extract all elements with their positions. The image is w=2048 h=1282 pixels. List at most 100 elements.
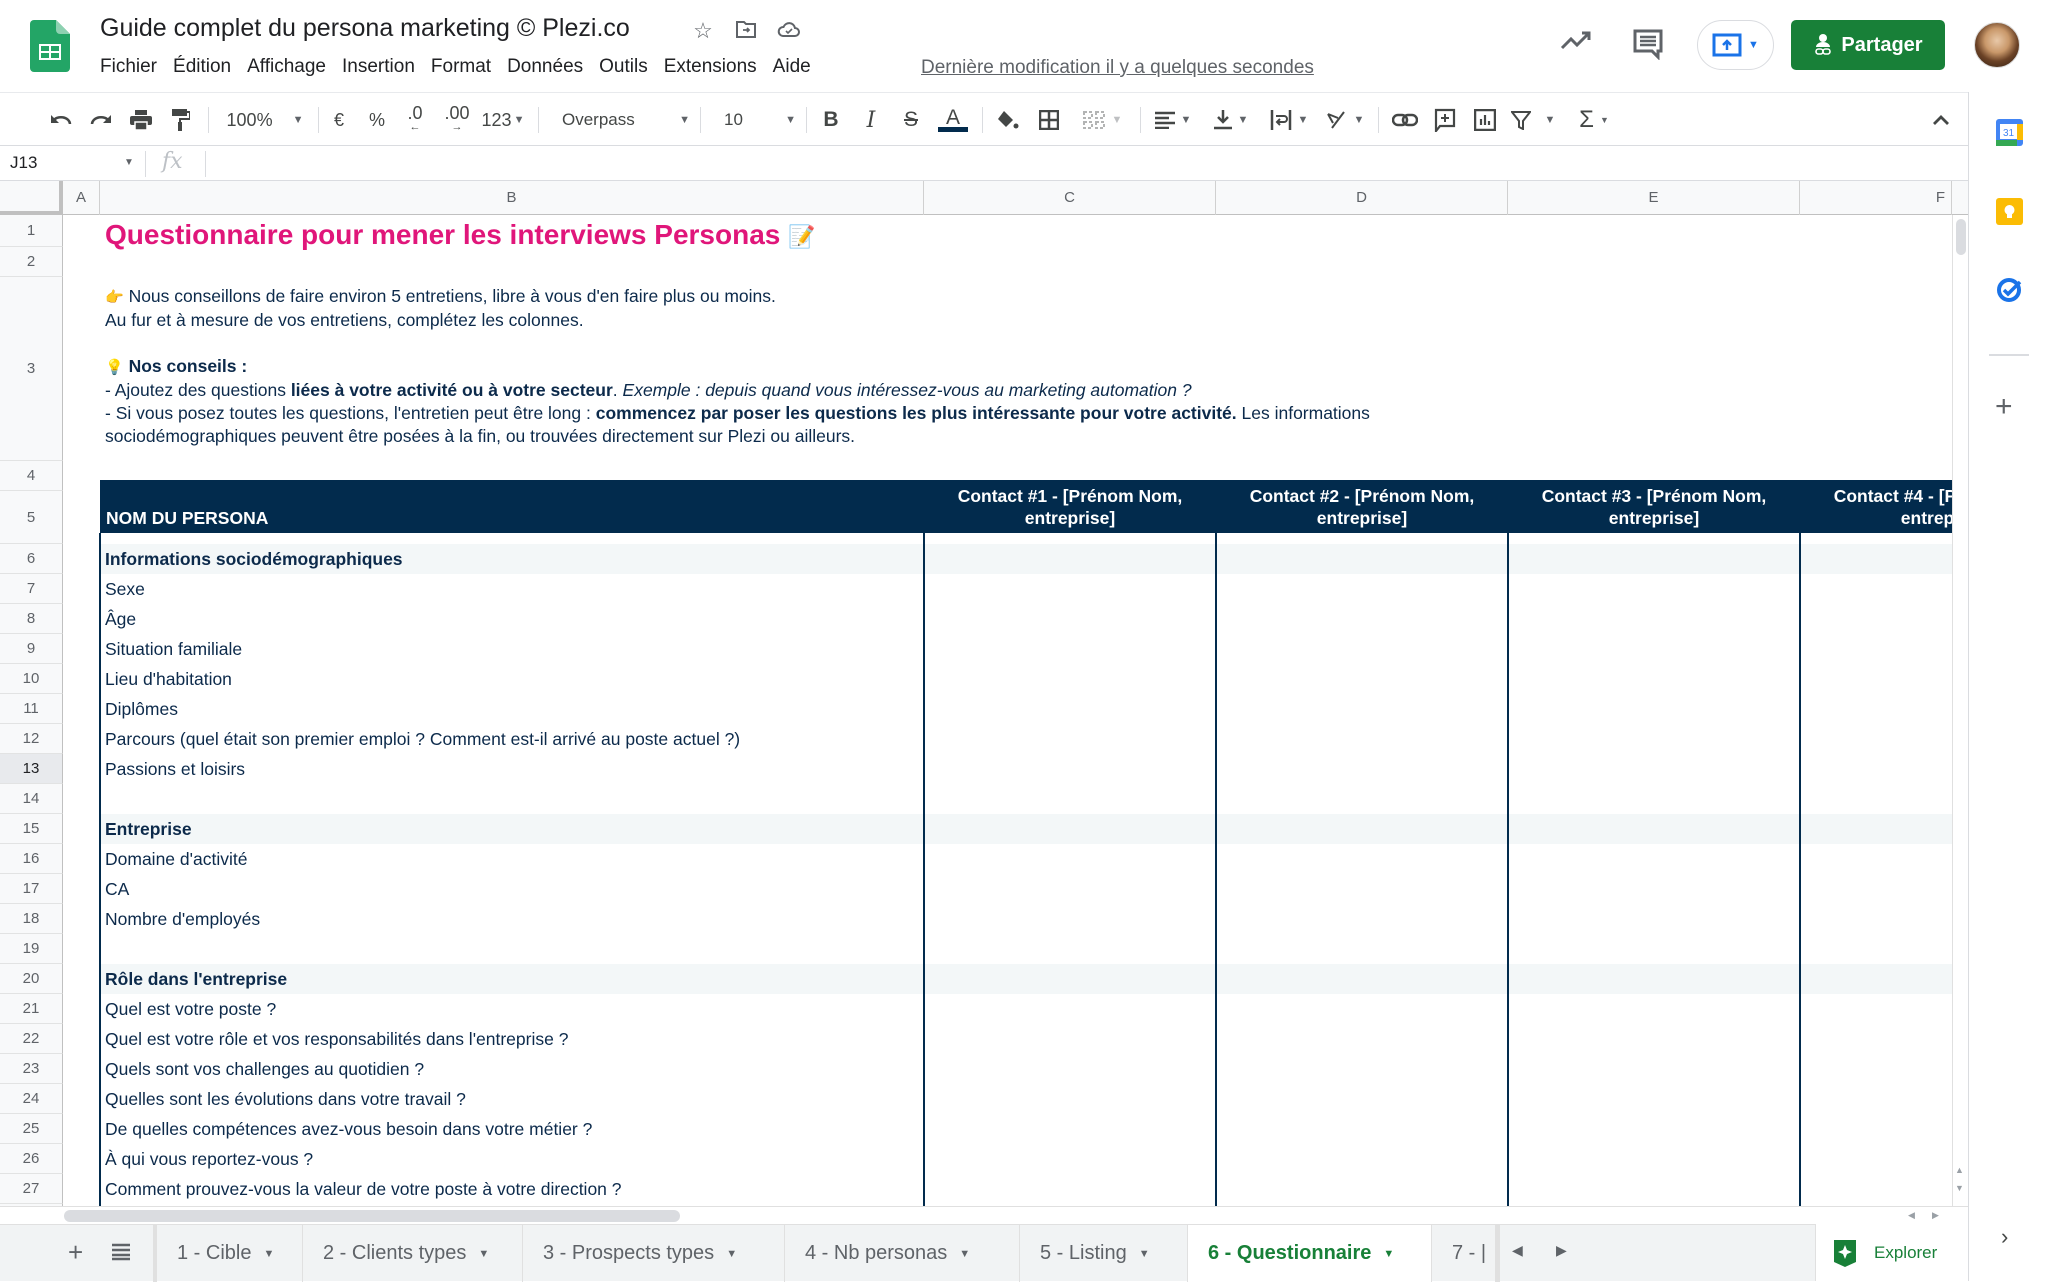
vertical-align-icon[interactable]: ▼ [1208,105,1254,135]
row-header[interactable]: 7 [0,574,63,604]
row-header[interactable]: 19 [0,934,63,964]
question-row[interactable]: Nombre d'employés [105,909,260,930]
question-row[interactable]: CA [105,879,129,900]
comments-icon[interactable] [1632,28,1664,60]
scroll-down-icon[interactable]: ▼ [1955,1183,1964,1193]
star-icon[interactable]: ☆ [690,18,716,44]
row-header[interactable]: 9 [0,634,63,664]
column-header-f[interactable]: F [1800,181,1952,215]
column-header-c[interactable]: C [924,181,1216,215]
cells-area[interactable]: Questionnaire pour mener les interviews … [63,215,1952,1206]
tasks-icon[interactable] [1996,276,2023,303]
add-addon-icon[interactable]: + [1995,392,2013,422]
scroll-right-icon[interactable]: ▶ [1932,1210,1939,1221]
question-row[interactable]: Domaine d'activité [105,849,247,870]
horizontal-scrollbar[interactable]: ◀ ▶ [0,1206,1968,1224]
row-header[interactable]: 12 [0,724,63,754]
vertical-scroll-thumb[interactable] [1956,219,1966,255]
sheet-tab[interactable]: 7 - | [1432,1225,1496,1282]
section-heading[interactable]: Informations sociodémographiques [105,549,403,570]
font-size-select[interactable]: 10 ▼ [712,105,796,135]
chevron-down-icon[interactable]: ▼ [1383,1248,1394,1260]
decrease-decimals-button[interactable]: .0 ← [400,104,430,135]
row-header[interactable]: 24 [0,1084,63,1114]
row-header[interactable]: 25 [0,1114,63,1144]
contact-3-header[interactable]: Contact #3 - [Prénom Nom, entreprise] [1508,480,1800,533]
question-row[interactable]: Parcours (quel était son premier emploi … [105,729,740,750]
calendar-icon[interactable]: 31 [1996,119,2023,146]
column-header-b[interactable]: B [100,181,924,215]
menu-outils[interactable]: Outils [591,56,656,78]
formula-input[interactable] [215,147,1955,181]
menu-aide[interactable]: Aide [765,56,819,78]
menu-fichier[interactable]: Fichier [92,56,165,78]
question-row[interactable]: Sexe [105,579,145,600]
question-row[interactable]: Âge [105,609,136,630]
menu-edition[interactable]: Édition [165,56,239,78]
row-header[interactable]: 16 [0,844,63,874]
question-row[interactable]: Situation familiale [105,639,242,660]
row-header[interactable]: 13 [0,754,63,784]
question-row[interactable]: Lieu d'habitation [105,669,232,690]
last-edit-link[interactable]: Dernière modification il y a quelques se… [921,57,1314,79]
scroll-left-icon[interactable]: ◀ [1908,1210,1915,1221]
row-header[interactable]: 22 [0,1024,63,1054]
text-color-icon[interactable]: A [936,105,970,135]
functions-icon[interactable]: Σ ▼ [1574,105,1614,135]
row-header[interactable]: 15 [0,814,63,844]
chevron-down-icon[interactable]: ▼ [726,1248,737,1260]
bold-icon[interactable]: B [816,105,846,135]
insert-chart-icon[interactable] [1470,105,1500,135]
fill-color-icon[interactable] [992,105,1022,135]
strikethrough-icon[interactable]: S [896,105,926,135]
menu-extensions[interactable]: Extensions [656,56,765,78]
zoom-select[interactable]: 100% ▼ [220,105,310,135]
chevron-down-icon[interactable]: ▼ [959,1248,970,1260]
row-header[interactable]: 8 [0,604,63,634]
sheet-tab[interactable]: 4 - Nb personas ▼ [785,1225,1020,1282]
borders-icon[interactable] [1034,105,1064,135]
menu-insertion[interactable]: Insertion [334,56,423,78]
question-row[interactable]: Quel est votre rôle et vos responsabilit… [105,1029,568,1050]
sheet-tab[interactable]: 5 - Listing ▼ [1020,1225,1188,1282]
row-header[interactable]: 17 [0,874,63,904]
text-rotation-icon[interactable]: ▼ [1322,105,1368,135]
row-header[interactable]: 1 [0,215,63,247]
insert-link-icon[interactable] [1390,105,1420,135]
sheet-tab[interactable]: 1 - Cible ▼ [157,1225,303,1282]
row-header[interactable]: 14 [0,784,63,814]
italic-icon[interactable]: I [856,105,886,135]
sheet-tab[interactable]: 6 - Questionnaire ▼ [1188,1225,1432,1282]
row-header[interactable]: 20 [0,964,63,994]
chevron-down-icon[interactable]: ▼ [263,1248,274,1260]
print-icon[interactable] [126,105,156,135]
currency-format-button[interactable]: € [326,105,352,135]
chevron-down-icon[interactable]: ▼ [478,1248,489,1260]
chevron-down-icon[interactable]: ▼ [124,157,134,168]
row-header[interactable]: 11 [0,694,63,724]
chevron-down-icon[interactable]: ▼ [1139,1248,1150,1260]
share-button[interactable]: Partager [1791,20,1945,70]
menu-donnees[interactable]: Données [499,56,591,78]
column-header-e[interactable]: E [1508,181,1800,215]
tabs-scroll-right-icon[interactable]: ▶ [1556,1242,1567,1259]
question-row[interactable]: Quel est votre poste ? [105,999,276,1020]
percent-format-button[interactable]: % [364,105,390,135]
row-header[interactable]: 27 [0,1174,63,1204]
question-row[interactable]: Diplômes [105,699,178,720]
question-row[interactable]: Quels sont vos challenges au quotidien ? [105,1059,424,1080]
question-row[interactable]: Passions et loisirs [105,759,245,780]
merge-cells-icon[interactable]: ▼ [1076,105,1128,135]
section-heading[interactable]: Entreprise [105,819,192,840]
paint-format-icon[interactable] [166,105,196,135]
move-to-folder-icon[interactable] [733,18,759,44]
font-family-select[interactable]: Overpass ▼ [550,105,690,135]
select-all-corner[interactable] [0,181,63,215]
insert-comment-icon[interactable] [1430,105,1460,135]
row-header[interactable]: 4 [0,461,63,491]
menu-format[interactable]: Format [423,56,499,78]
name-box[interactable]: J13 [10,153,37,173]
row-header[interactable]: 21 [0,994,63,1024]
increase-decimals-button[interactable]: .00 → [440,104,474,135]
question-row[interactable]: À qui vous reportez-vous ? [105,1149,313,1170]
